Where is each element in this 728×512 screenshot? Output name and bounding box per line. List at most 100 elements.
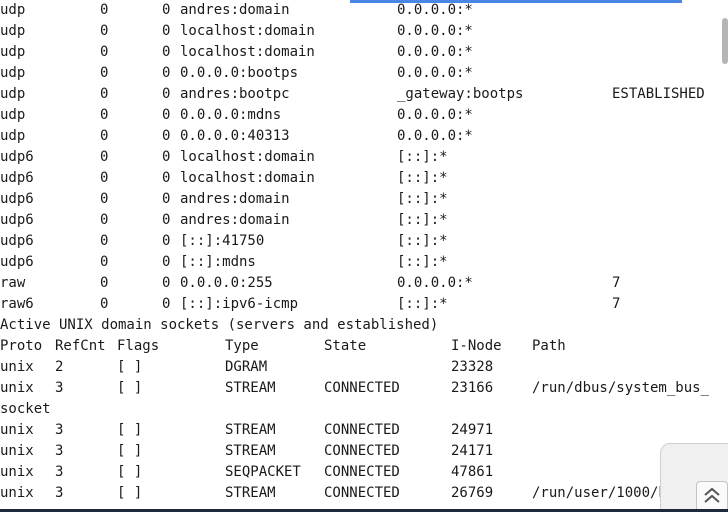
cell-flags: [ ] — [117, 380, 143, 396]
terminal-row: unix 3 [ ] SEQPACKET CONNECTED 47861 — [0, 462, 728, 483]
cell-flags: [ ] — [117, 485, 143, 501]
cell-sendq: 0 — [162, 212, 171, 228]
cell-local: andres:bootpc — [180, 86, 290, 102]
cell-state: 7 — [612, 296, 621, 312]
cell-type: STREAM — [225, 443, 276, 459]
cell-recvq: 0 — [100, 149, 109, 165]
cell-type: STREAM — [225, 380, 276, 396]
terminal-row: Proto RefCnt Flags Type State I-Node Path — [0, 336, 728, 357]
cell-foreign: [::]:* — [397, 191, 448, 207]
cell-flags: [ ] — [117, 443, 143, 459]
cell-sendq: 0 — [162, 233, 171, 249]
terminal-row: unix 3 [ ] STREAM CONNECTED 24171 — [0, 441, 728, 462]
cell-type: STREAM — [225, 422, 276, 438]
cell-flags: [ ] — [117, 422, 143, 438]
cell-state: CONNECTED — [324, 464, 400, 480]
cell-proto: raw6 — [0, 296, 34, 312]
cell-foreign: 0.0.0.0:* — [397, 107, 473, 123]
cell-refcnt: 3 — [55, 443, 64, 459]
terminal-row: udp 0 0 0.0.0.0:mdns 0.0.0.0:* — [0, 105, 728, 126]
cell-proto: udp — [0, 65, 26, 81]
cell-proto: udp6 — [0, 254, 34, 270]
cell-sendq: 0 — [162, 128, 171, 144]
cell-proto: udp6 — [0, 170, 34, 186]
cell-proto: udp6 — [0, 212, 34, 228]
cell-refcnt: 3 — [55, 422, 64, 438]
terminal-text-line: socket — [0, 399, 728, 420]
cell-proto: unix — [0, 485, 34, 501]
cell-flags: Flags — [117, 338, 160, 354]
cell-refcnt: 2 — [55, 359, 64, 375]
cell-local: andres:domain — [180, 212, 290, 228]
terminal-row: raw6 0 0 [::]:ipv6-icmp [::]:* 7 — [0, 294, 728, 315]
terminal-row: unix 3[ ] STREAM CONNECTED 26769/run/user/10… — [0, 483, 728, 504]
cell-path: /run/dbus/system_bus_ — [532, 380, 710, 396]
terminal-row: udp6 0 0 localhost:domain [::]:* — [0, 168, 728, 189]
line-text: socket — [0, 401, 51, 417]
cell-foreign: 0.0.0.0:* — [397, 2, 473, 18]
cell-foreign: 0.0.0.0:* — [397, 275, 473, 291]
cell-local: localhost:domain — [180, 23, 315, 39]
cell-state: 7 — [612, 275, 621, 291]
cell-local: localhost:domain — [180, 149, 315, 165]
cell-sendq: 0 — [162, 44, 171, 60]
cell-recvq: 0 — [100, 275, 109, 291]
cell-proto: Proto — [0, 338, 43, 354]
cell-type: DGRAM — [225, 359, 268, 375]
cell-recvq: 0 — [100, 86, 109, 102]
cell-local: [::]:mdns — [180, 254, 256, 270]
cell-inode: 24171 — [451, 443, 494, 459]
terminal-row: udp 0 0 andres:domain 0.0.0.0:* — [0, 0, 728, 21]
cell-recvq: 0 — [100, 23, 109, 39]
terminal-row: udp 0 0 0.0.0.0:40313 0.0.0.0:* — [0, 126, 728, 147]
cell-inode: I-Node — [451, 338, 502, 354]
vertical-scrollbar[interactable] — [720, 0, 728, 512]
cell-local: localhost:domain — [180, 44, 315, 60]
cell-foreign: 0.0.0.0:* — [397, 65, 473, 81]
cell-proto: unix — [0, 422, 34, 438]
cell-foreign: [::]:* — [397, 254, 448, 270]
cell-state: CONNECTED — [324, 380, 400, 396]
cell-sendq: 0 — [162, 65, 171, 81]
cell-foreign: [::]:* — [397, 296, 448, 312]
cell-local: [::]:ipv6-icmp — [180, 296, 299, 312]
cell-local: andres:domain — [180, 2, 290, 18]
cell-sendq: 0 — [162, 170, 171, 186]
cell-sendq: 0 — [162, 107, 171, 123]
double-chevron-up-icon — [704, 487, 720, 503]
cell-state: CONNECTED — [324, 422, 400, 438]
cell-foreign: 0.0.0.0:* — [397, 23, 473, 39]
cell-local: 0.0.0.0:bootps — [180, 65, 299, 81]
cell-sendq: 0 — [162, 275, 171, 291]
cell-sendq: 0 — [162, 254, 171, 270]
cell-sendq: 0 — [162, 2, 171, 18]
cell-foreign: [::]:* — [397, 212, 448, 228]
cell-state: CONNECTED — [324, 443, 400, 459]
cell-proto: raw — [0, 275, 26, 291]
cell-state: CONNECTED — [324, 485, 400, 501]
cell-foreign: [::]:* — [397, 233, 448, 249]
cell-recvq: 0 — [100, 170, 109, 186]
cell-local: localhost:domain — [180, 170, 315, 186]
cell-refcnt: 3 — [55, 485, 64, 501]
terminal-output: udp 0 0 andres:domain 0.0.0.0:* udp 0 0 localhos… — [0, 0, 728, 512]
cell-proto: udp — [0, 44, 26, 60]
terminal-row: udp 0 0 localhost:domain 0.0.0.0:* — [0, 42, 728, 63]
terminal-text-line: Active UNIX domain sockets (servers and … — [0, 315, 728, 336]
cell-proto: udp6 — [0, 149, 34, 165]
cell-recvq: 0 — [100, 191, 109, 207]
cell-local: andres:domain — [180, 191, 290, 207]
cell-proto: udp6 — [0, 191, 34, 207]
terminal-row: udp6 0 0 andres:domain [::]:* — [0, 189, 728, 210]
terminal-row: udp6 0 0 localhost:domain [::]:* — [0, 147, 728, 168]
cell-proto: unix — [0, 359, 34, 375]
terminal-row: raw 0 0 0.0.0.0:255 0.0.0.0:* 7 — [0, 273, 728, 294]
terminal-window[interactable]: udp 0 0 andres:domain 0.0.0.0:* udp 0 0 localhos… — [0, 0, 728, 512]
cell-local: [::]:41750 — [180, 233, 265, 249]
scrollbar-thumb[interactable] — [722, 18, 728, 64]
terminal-row: udp 0 0 0.0.0.0:bootps 0.0.0.0:* — [0, 63, 728, 84]
cell-sendq: 0 — [162, 86, 171, 102]
scroll-to-top-button[interactable] — [696, 481, 728, 512]
cell-recvq: 0 — [100, 107, 109, 123]
cell-flags: [ ] — [117, 464, 143, 480]
